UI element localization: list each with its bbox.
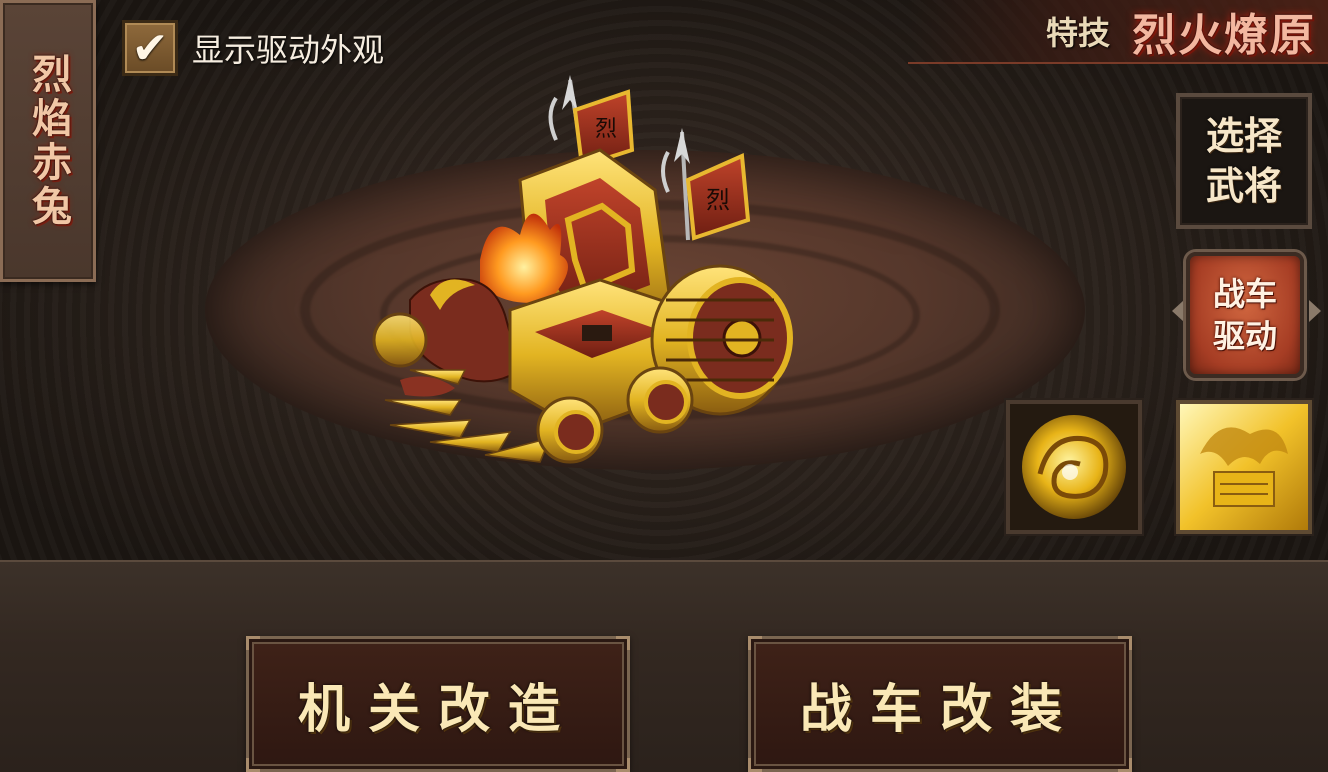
arrow-left-icon	[1172, 300, 1184, 322]
wheel-rear	[626, 366, 694, 434]
corner-ornament	[748, 758, 762, 772]
select-general-label: 选择武将	[1205, 113, 1282, 208]
checkmark-icon: ✔	[131, 22, 169, 74]
corner-ornament	[246, 636, 260, 650]
checkbox-label: 显示驱动外观	[192, 31, 385, 69]
fire-horse-mane	[480, 213, 568, 303]
spear-right	[661, 128, 690, 241]
chariot-refit-button[interactable]: 战车改装	[748, 636, 1132, 772]
corner-ornament	[1118, 636, 1132, 650]
chariot-refit-label: 战车改装	[799, 678, 1080, 740]
drive-skin-slot-dragon-orb[interactable]	[1006, 400, 1142, 534]
mechanism-upgrade-label: 机关改造	[297, 678, 578, 740]
corner-ornament	[616, 758, 630, 772]
golden-dragon-card-icon	[1180, 404, 1308, 530]
checkbox[interactable]: ✔	[122, 20, 178, 76]
mechanism-upgrade-button[interactable]: 机关改造	[246, 636, 630, 772]
arrow-right-icon	[1309, 300, 1321, 322]
chariot-name: 烈焰赤兔	[25, 53, 72, 229]
corner-ornament	[616, 636, 630, 650]
skill-name: 烈火燎原	[1132, 10, 1316, 61]
wheel-front	[536, 396, 604, 464]
skill-banner: 特技 烈火燎原	[908, 0, 1328, 64]
corner-ornament	[748, 636, 762, 650]
chariot-name-plaque: 烈焰赤兔	[0, 0, 96, 282]
corner-ornament	[1118, 758, 1132, 772]
skill-label: 特技	[1045, 14, 1110, 52]
war-chariot-model[interactable]: 烈 烈	[370, 70, 810, 480]
flag-glyph: 烈	[706, 186, 730, 214]
flag-glyph: 烈	[595, 117, 617, 142]
chariot-drive-label: 战车驱动	[1212, 275, 1277, 355]
show-drive-appearance-toggle[interactable]: ✔ 显示驱动外观	[122, 20, 384, 76]
golden-dragon-orb-icon	[1010, 404, 1138, 530]
drive-skin-slot-golden-card[interactable]	[1176, 400, 1312, 534]
corner-ornament	[246, 758, 260, 772]
wheel-side	[372, 312, 428, 368]
select-general-button[interactable]: 选择武将	[1176, 93, 1312, 229]
banner-flag-right: 烈	[685, 153, 751, 241]
chariot-drive-button[interactable]: 战车驱动	[1186, 252, 1304, 378]
